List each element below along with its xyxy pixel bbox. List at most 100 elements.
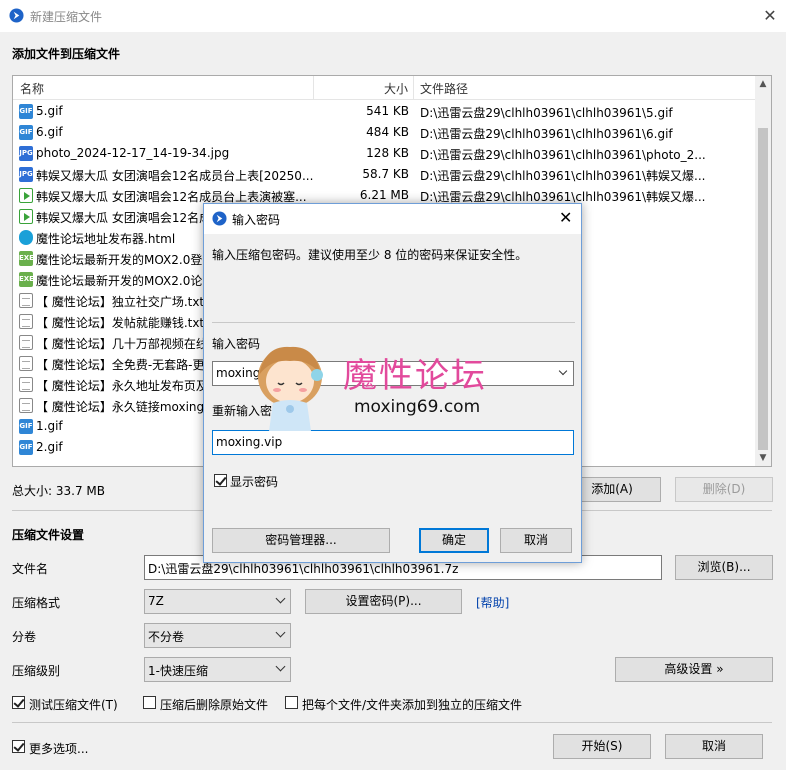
delete-button[interactable]: 删除(D) <box>675 477 773 502</box>
txt-file-icon <box>19 398 33 413</box>
jpg-file-icon: JPG <box>19 167 33 182</box>
scroll-thumb[interactable] <box>758 128 768 450</box>
set-password-button[interactable]: 设置密码(P)... <box>305 589 462 614</box>
file-path: D:\迅雷云盘29\clhlh03961\clhlh03961\5.gif <box>420 106 673 120</box>
level-select-value: 1-快速压缩 <box>148 664 208 678</box>
format-label: 压缩格式 <box>12 596 61 610</box>
advanced-settings-button[interactable]: 高级设置 » <box>615 657 773 682</box>
exe-file-icon: EXE <box>19 272 34 287</box>
chevron-down-icon <box>275 593 286 604</box>
window-close-button[interactable]: ✕ <box>760 6 780 26</box>
total-size-label: 总大小: 33.7 MB <box>12 484 105 498</box>
password-dialog-title-bar: 输入密码 ✕ <box>204 204 581 234</box>
file-size: 484 KB <box>366 125 409 139</box>
delete-after-checkbox[interactable] <box>143 696 156 709</box>
separate-archives-label: 把每个文件/文件夹添加到独立的压缩文件 <box>302 698 523 712</box>
file-row[interactable]: JPG photo_2024-12-17_14-19-34.jpg 128 KB D:… <box>13 143 757 164</box>
column-header-name[interactable]: 名称 <box>20 80 44 97</box>
scroll-up-arrow-icon[interactable]: ▲ <box>755 76 771 92</box>
show-password-checkbox[interactable] <box>214 474 227 487</box>
txt-file-icon <box>19 377 33 392</box>
file-name: photo_2024-12-17_14-19-34.jpg <box>36 146 230 160</box>
app-logo-icon <box>212 211 227 226</box>
file-path: D:\迅雷云盘29\clhlh03961\clhlh03961\韩娱又爆... <box>420 169 706 183</box>
window-title-bar: 新建压缩文件 ✕ <box>0 0 786 32</box>
start-button[interactable]: 开始(S) <box>553 734 651 759</box>
browse-button[interactable]: 浏览(B)... <box>675 555 773 580</box>
separate-archives-checkbox[interactable] <box>285 696 298 709</box>
show-password-label: 显示密码 <box>230 475 279 489</box>
file-size: 58.7 KB <box>362 167 409 181</box>
test-archive-checkbox[interactable] <box>12 696 25 709</box>
column-header-size[interactable]: 大小 <box>384 80 408 97</box>
file-name: 魔性论坛最新开发的MOX2.0登 <box>36 253 203 267</box>
file-name: 5.gif <box>36 104 63 118</box>
dialog-cancel-button[interactable]: 取消 <box>500 528 572 553</box>
scroll-down-arrow-icon[interactable]: ▼ <box>755 450 771 466</box>
more-options-checkbox[interactable] <box>12 740 25 753</box>
file-name: 魔性论坛最新开发的MOX2.0论 <box>36 274 203 288</box>
more-options-label: 更多选项... <box>29 742 89 756</box>
files-section-title: 添加文件到压缩文件 <box>12 47 121 61</box>
file-size: 6.21 MB <box>359 188 409 202</box>
file-name: 韩娱又爆大瓜 女团演唱会12名成 <box>36 211 212 225</box>
file-name: 【 魔性论坛】全免费-无套路-更 <box>36 358 205 372</box>
gif-file-icon: GIF <box>19 104 33 119</box>
txt-file-icon <box>19 293 33 308</box>
file-path: D:\迅雷云盘29\clhlh03961\clhlh03961\photo_2.… <box>420 148 706 162</box>
gif-file-icon: GIF <box>19 419 33 434</box>
gif-file-icon: GIF <box>19 125 33 140</box>
file-name: 【 魔性论坛】独立社交广场.txt <box>36 295 205 309</box>
chevron-down-icon <box>275 661 286 672</box>
file-name: 2.gif <box>36 440 63 454</box>
password-dialog-description: 输入压缩包密码。建议使用至少 8 位的密码来保证安全性。 <box>212 248 528 262</box>
password-dialog-title: 输入密码 <box>232 213 281 227</box>
ok-button[interactable]: 确定 <box>419 528 489 553</box>
watermark-url: moxing69.com <box>354 397 481 417</box>
file-path: D:\迅雷云盘29\clhlh03961\clhlh03961\6.gif <box>420 127 673 141</box>
cancel-button[interactable]: 取消 <box>665 734 763 759</box>
file-name: 【 魔性论坛】几十万部视频在线 <box>36 337 208 351</box>
file-row[interactable]: GIF 5.gif 541 KB D:\迅雷云盘29\clhlh03961\clhlh… <box>13 101 757 122</box>
filename-label: 文件名 <box>12 562 49 576</box>
test-archive-label: 测试压缩文件(T) <box>29 698 118 712</box>
file-name: 【 魔性论坛】永久地址发布页及 <box>36 379 208 393</box>
help-link[interactable]: [帮助] <box>476 594 509 611</box>
app-logo-icon <box>9 8 24 23</box>
file-row[interactable]: JPG 韩娱又爆大瓜 女团演唱会12名成员台上表[20250... 58.7 KB D… <box>13 164 757 185</box>
window-title: 新建压缩文件 <box>30 10 103 24</box>
file-name: 【 魔性论坛】发帖就能赚钱.txt <box>36 316 205 330</box>
split-select[interactable]: 不分卷 <box>144 623 291 648</box>
html-file-icon <box>19 230 33 245</box>
watermark-title: 魔性论坛 <box>343 356 487 396</box>
txt-file-icon <box>19 335 33 350</box>
exe-file-icon: EXE <box>19 251 34 266</box>
column-header-path[interactable]: 文件路径 <box>420 80 468 97</box>
dialog-close-icon[interactable]: ✕ <box>559 208 572 227</box>
mascot-watermark-icon <box>258 346 323 431</box>
level-select[interactable]: 1-快速压缩 <box>144 657 291 682</box>
file-size: 128 KB <box>366 146 409 160</box>
file-size: 541 KB <box>366 104 409 118</box>
chevron-down-icon <box>275 627 286 638</box>
txt-file-icon <box>19 356 33 371</box>
file-list-scrollbar[interactable]: ▲ ▼ <box>755 76 771 466</box>
jpg-file-icon: JPG <box>19 146 33 161</box>
settings-section-title: 压缩文件设置 <box>12 528 85 542</box>
gif-file-icon: GIF <box>19 440 33 455</box>
file-name: 韩娱又爆大瓜 女团演唱会12名成员台上表[20250... <box>36 169 314 183</box>
split-select-value: 不分卷 <box>148 630 185 644</box>
level-label: 压缩级别 <box>12 664 61 678</box>
format-select-value: 7Z <box>148 594 164 608</box>
txt-file-icon <box>19 314 33 329</box>
delete-after-label: 压缩后删除原始文件 <box>160 698 269 712</box>
mp4-file-icon <box>19 209 33 224</box>
mp4-file-icon <box>19 188 33 203</box>
file-name: 【 魔性论坛】永久链接moxing <box>36 400 205 414</box>
format-select[interactable]: 7Z <box>144 589 291 614</box>
password-manager-button[interactable]: 密码管理器... <box>212 528 390 553</box>
file-name: 魔性论坛地址发布器.html <box>36 232 176 246</box>
file-name: 1.gif <box>36 419 63 433</box>
file-name: 6.gif <box>36 125 63 139</box>
file-row[interactable]: GIF 6.gif 484 KB D:\迅雷云盘29\clhlh03961\clhlh… <box>13 122 757 143</box>
